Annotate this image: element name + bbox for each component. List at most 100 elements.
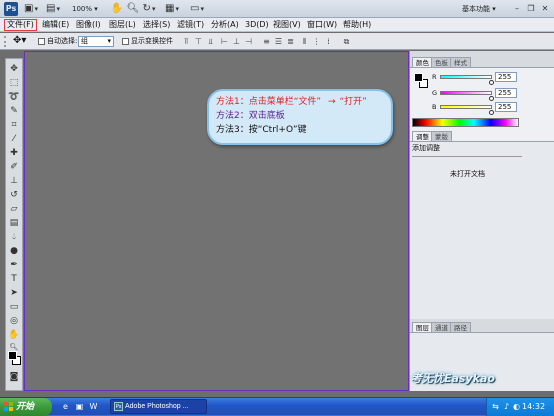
bridge-icon[interactable]: ▣: [24, 3, 38, 15]
align-top-icon[interactable]: ⫪: [182, 37, 191, 46]
quicklaunch-ie-icon[interactable]: e: [60, 401, 71, 412]
pen-tool-icon[interactable]: ✒: [7, 259, 21, 271]
volume-icon[interactable]: ♪: [502, 402, 511, 411]
distribute-vcenter-icon[interactable]: ☰: [274, 37, 283, 46]
eyedropper-tool-icon[interactable]: ⁄: [7, 133, 21, 145]
tab-masks[interactable]: 蒙版: [431, 131, 452, 141]
align-hcenter-icon[interactable]: ⊥: [232, 37, 241, 46]
hand-icon[interactable]: ✋: [110, 3, 124, 15]
green-slider-knob[interactable]: [489, 96, 494, 101]
menu-view[interactable]: 视图(V): [271, 19, 303, 31]
show-transform-checkbox[interactable]: [122, 38, 129, 45]
ime-icon[interactable]: ◐: [512, 402, 521, 411]
menu-analysis[interactable]: 分析(A): [209, 19, 241, 31]
options-bar: ✥▾ 自动选择: 组 ▾ 显示变换控件 ⫪ ⊤ ⫫ ⊢ ⊥ ⊣ ≡ ☰ ≣ ⦀ ⋮…: [0, 33, 554, 50]
red-value[interactable]: 255: [495, 72, 517, 82]
distribute-hcenter-icon[interactable]: ⋮: [312, 37, 321, 46]
quicklaunch-desktop-icon[interactable]: ▣: [74, 401, 85, 412]
marquee-tool-icon[interactable]: ⬚: [7, 77, 21, 89]
dodge-tool-icon[interactable]: ●: [7, 245, 21, 257]
screen-mode-icon[interactable]: ▭: [190, 3, 204, 15]
photoshop-logo: Ps: [4, 2, 18, 16]
lasso-tool-icon[interactable]: ➰: [7, 91, 21, 103]
watermark: 考无忧Easykao: [411, 372, 495, 385]
minibridge-icon[interactable]: ▤: [46, 3, 60, 15]
menu-file[interactable]: 文件(F): [4, 19, 37, 31]
align-left-icon[interactable]: ⊢: [220, 37, 229, 46]
tab-layers[interactable]: 图层: [412, 322, 433, 332]
right-panels: 颜色 色板 样式 R 255 G 255 B 255 调整 蒙版 添加调整 未打…: [409, 51, 554, 391]
blue-value[interactable]: 255: [495, 102, 517, 112]
taskbar-photoshop-button[interactable]: Ps Adobe Photoshop ...: [110, 399, 207, 414]
zoom-level[interactable]: 100% ▾: [72, 4, 98, 14]
restore-button[interactable]: ❐: [525, 3, 537, 14]
blue-slider[interactable]: [440, 105, 492, 109]
blue-label: B: [432, 103, 437, 111]
adjustments-divider: [412, 156, 522, 157]
distribute-right-icon[interactable]: ⁞: [324, 37, 333, 46]
blue-slider-knob[interactable]: [489, 110, 494, 115]
tab-swatches[interactable]: 色板: [431, 57, 452, 67]
green-value[interactable]: 255: [495, 88, 517, 98]
start-button[interactable]: 开始: [0, 398, 52, 416]
type-tool-icon[interactable]: T: [7, 273, 21, 285]
crop-tool-icon[interactable]: ⌗: [7, 119, 21, 131]
stamp-tool-icon[interactable]: ⊥: [7, 175, 21, 187]
tab-styles[interactable]: 样式: [450, 57, 471, 67]
distribute-bottom-icon[interactable]: ≣: [286, 37, 295, 46]
3d-rotate-tool-icon[interactable]: ◎: [7, 315, 21, 327]
zoom-icon[interactable]: 🔍︎: [126, 3, 140, 15]
menu-layer[interactable]: 图层(L): [107, 19, 138, 31]
red-slider[interactable]: [440, 75, 492, 79]
align-right-icon[interactable]: ⊣: [244, 37, 253, 46]
menu-filter[interactable]: 滤镜(T): [175, 19, 206, 31]
gradient-tool-icon[interactable]: ▤: [7, 217, 21, 229]
arrange-icon[interactable]: ▦: [165, 3, 179, 15]
red-slider-knob[interactable]: [489, 80, 494, 85]
distribute-left-icon[interactable]: ⦀: [300, 37, 309, 46]
menu-help[interactable]: 帮助(H): [341, 19, 373, 31]
distribute-top-icon[interactable]: ≡: [262, 37, 271, 46]
system-tray: ⇆ ♪ ◐ 14:32: [486, 398, 554, 416]
eraser-tool-icon[interactable]: ▱: [7, 203, 21, 215]
foreground-color-swatch[interactable]: [8, 351, 17, 360]
align-vcenter-icon[interactable]: ⊤: [194, 37, 203, 46]
no-document-text: 未打开文档: [450, 170, 485, 178]
auto-select-checkbox[interactable]: [38, 38, 45, 45]
history-brush-tool-icon[interactable]: ↺: [7, 189, 21, 201]
color-spectrum[interactable]: [412, 118, 519, 127]
menu-window[interactable]: 窗口(W): [305, 19, 339, 31]
foreground-swatch[interactable]: [414, 73, 423, 82]
red-label: R: [432, 73, 437, 81]
brush-tool-icon[interactable]: ✐: [7, 161, 21, 173]
minimize-button[interactable]: –: [511, 3, 523, 14]
blur-tool-icon[interactable]: 💧︎: [7, 231, 21, 243]
toolbox: ✥ ⬚ ➰ ✎ ⌗ ⁄ ✚ ✐ ⊥ ↺ ▱ ▤ 💧︎ ● ✒ T ➤ ▭ ◎ ✋…: [5, 58, 23, 391]
workspace-switcher[interactable]: 基本功能 ▾: [462, 4, 504, 14]
path-select-tool-icon[interactable]: ➤: [7, 287, 21, 299]
tab-adjustments[interactable]: 调整: [412, 131, 433, 141]
move-tool-icon[interactable]: ✥▾: [13, 36, 26, 46]
rotate-icon[interactable]: ↻: [142, 3, 156, 15]
menu-image[interactable]: 图像(I): [74, 19, 103, 31]
network-icon[interactable]: ⇆: [491, 402, 500, 411]
quick-mask-icon[interactable]: ◙: [7, 371, 21, 383]
tab-color[interactable]: 颜色: [412, 57, 433, 67]
close-button[interactable]: ✕: [539, 3, 551, 14]
tab-channels[interactable]: 通道: [431, 322, 452, 332]
move-tool-icon[interactable]: ✥: [7, 63, 21, 75]
quick-select-tool-icon[interactable]: ✎: [7, 105, 21, 117]
auto-align-icon[interactable]: ⧉: [342, 37, 351, 46]
align-bottom-icon[interactable]: ⫫: [206, 37, 215, 46]
hand-tool-icon[interactable]: ✋: [7, 329, 21, 341]
shape-tool-icon[interactable]: ▭: [7, 301, 21, 313]
quicklaunch-word-icon[interactable]: W: [88, 401, 99, 412]
menu-edit[interactable]: 编辑(E): [40, 19, 71, 31]
tab-paths[interactable]: 路径: [450, 322, 471, 332]
taskbar: 开始 e ▣ W Ps Adobe Photoshop ... ⇆ ♪ ◐ 14…: [0, 397, 554, 416]
menu-select[interactable]: 选择(S): [141, 19, 172, 31]
menu-3d[interactable]: 3D(D): [243, 19, 271, 31]
healing-brush-tool-icon[interactable]: ✚: [7, 147, 21, 159]
auto-select-dropdown[interactable]: 组 ▾: [78, 36, 114, 47]
green-slider[interactable]: [440, 91, 492, 95]
